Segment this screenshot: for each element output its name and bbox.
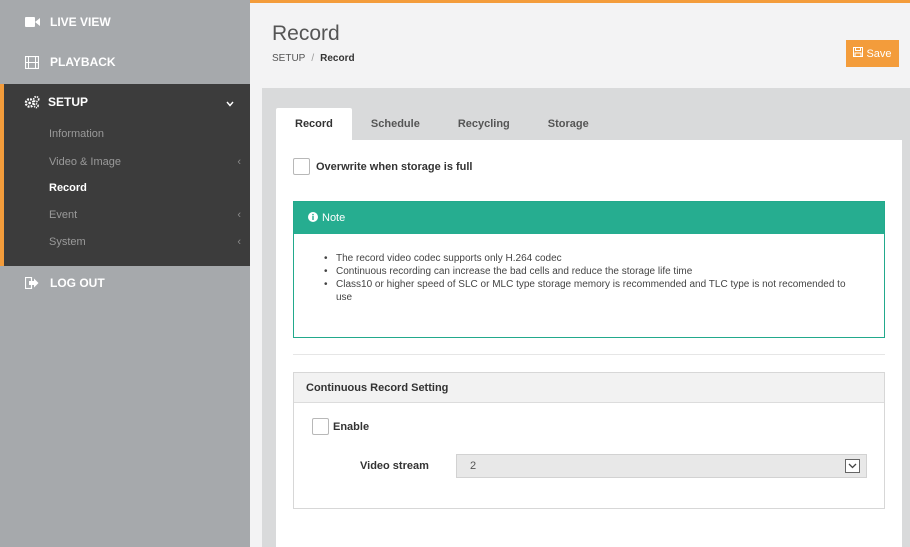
chevron-left-icon: ‹ <box>237 156 241 168</box>
nav-sub-record[interactable]: Record <box>49 178 249 198</box>
tab-recycling[interactable]: Recycling <box>439 108 529 140</box>
nav-sub-information-label: Information <box>49 128 105 140</box>
note-item: Continuous recording can increase the ba… <box>324 265 848 278</box>
note-list: The record video codec supports only H.2… <box>294 234 884 304</box>
nav-setup[interactable]: SETUP <box>4 84 250 120</box>
tab-schedule[interactable]: Schedule <box>352 108 439 140</box>
tab-storage[interactable]: Storage <box>529 108 608 140</box>
video-stream-label: Video stream <box>360 460 429 472</box>
chevron-down-icon[interactable] <box>845 459 860 473</box>
page-title: Record <box>272 22 340 45</box>
nav-logout-label: LOG OUT <box>50 276 105 290</box>
enable-label: Enable <box>333 420 370 433</box>
sidebar: LIVE VIEW PLAYBACK SETUP Information Vid… <box>0 0 250 547</box>
chevron-left-icon: ‹ <box>237 236 241 248</box>
breadcrumb-current: Record <box>320 53 355 64</box>
nav-sub-information[interactable]: Information <box>49 124 249 144</box>
continuous-record-panel: Continuous Record Setting Enable Video s… <box>293 372 885 509</box>
film-icon <box>24 55 40 69</box>
overwrite-option: Overwrite when storage is full <box>293 158 473 175</box>
nav-setup-label: SETUP <box>48 95 89 109</box>
note-box: Note The record video codec supports onl… <box>293 201 885 338</box>
floppy-disk-icon <box>853 47 864 60</box>
overwrite-label: Overwrite when storage is full <box>316 160 473 173</box>
save-button-label: Save <box>866 47 892 60</box>
nav-sub-video-image[interactable]: Video & Image ‹ <box>49 152 249 172</box>
nav-sub-event[interactable]: Event ‹ <box>49 205 249 225</box>
nav-sub-video-image-label: Video & Image <box>49 156 121 168</box>
tab-bar: Record Schedule Recycling Storage <box>276 108 608 140</box>
nav-live-view-label: LIVE VIEW <box>50 15 111 29</box>
video-stream-select[interactable]: 2 <box>456 454 867 478</box>
overwrite-checkbox[interactable] <box>293 158 310 175</box>
note-header: Note <box>294 202 884 234</box>
breadcrumb: SETUP / Record <box>272 53 355 64</box>
nav-playback[interactable]: PLAYBACK <box>0 43 250 81</box>
video-camera-icon <box>24 15 40 29</box>
nav-sub-record-label: Record <box>49 182 87 194</box>
breadcrumb-separator: / <box>311 53 315 64</box>
tab-record[interactable]: Record <box>276 108 352 140</box>
nav-sub-event-label: Event <box>49 209 78 221</box>
section-divider <box>293 354 885 355</box>
continuous-record-title: Continuous Record Setting <box>294 373 884 403</box>
note-item: The record video codec supports only H.2… <box>324 252 848 265</box>
breadcrumb-root[interactable]: SETUP <box>272 53 305 64</box>
top-accent-line <box>250 0 910 3</box>
chevron-left-icon: ‹ <box>237 209 241 221</box>
nav-sub-system[interactable]: System ‹ <box>49 232 249 252</box>
note-item: Class10 or higher speed of SLC or MLC ty… <box>324 278 848 304</box>
nav-live-view[interactable]: LIVE VIEW <box>0 3 250 41</box>
info-circle-icon <box>308 211 318 225</box>
chevron-down-icon <box>226 96 234 110</box>
nav-playback-label: PLAYBACK <box>50 55 116 69</box>
nav-logout[interactable]: LOG OUT <box>0 264 250 302</box>
save-button[interactable]: Save <box>846 40 899 67</box>
sign-out-icon <box>24 276 40 290</box>
video-stream-value: 2 <box>470 460 477 472</box>
note-title: Note <box>322 212 346 224</box>
enable-checkbox[interactable] <box>312 418 329 435</box>
enable-option: Enable <box>312 418 369 435</box>
gears-icon <box>24 95 40 109</box>
nav-sub-system-label: System <box>49 236 86 248</box>
nav-setup-group: SETUP Information Video & Image ‹ Record… <box>0 84 250 266</box>
